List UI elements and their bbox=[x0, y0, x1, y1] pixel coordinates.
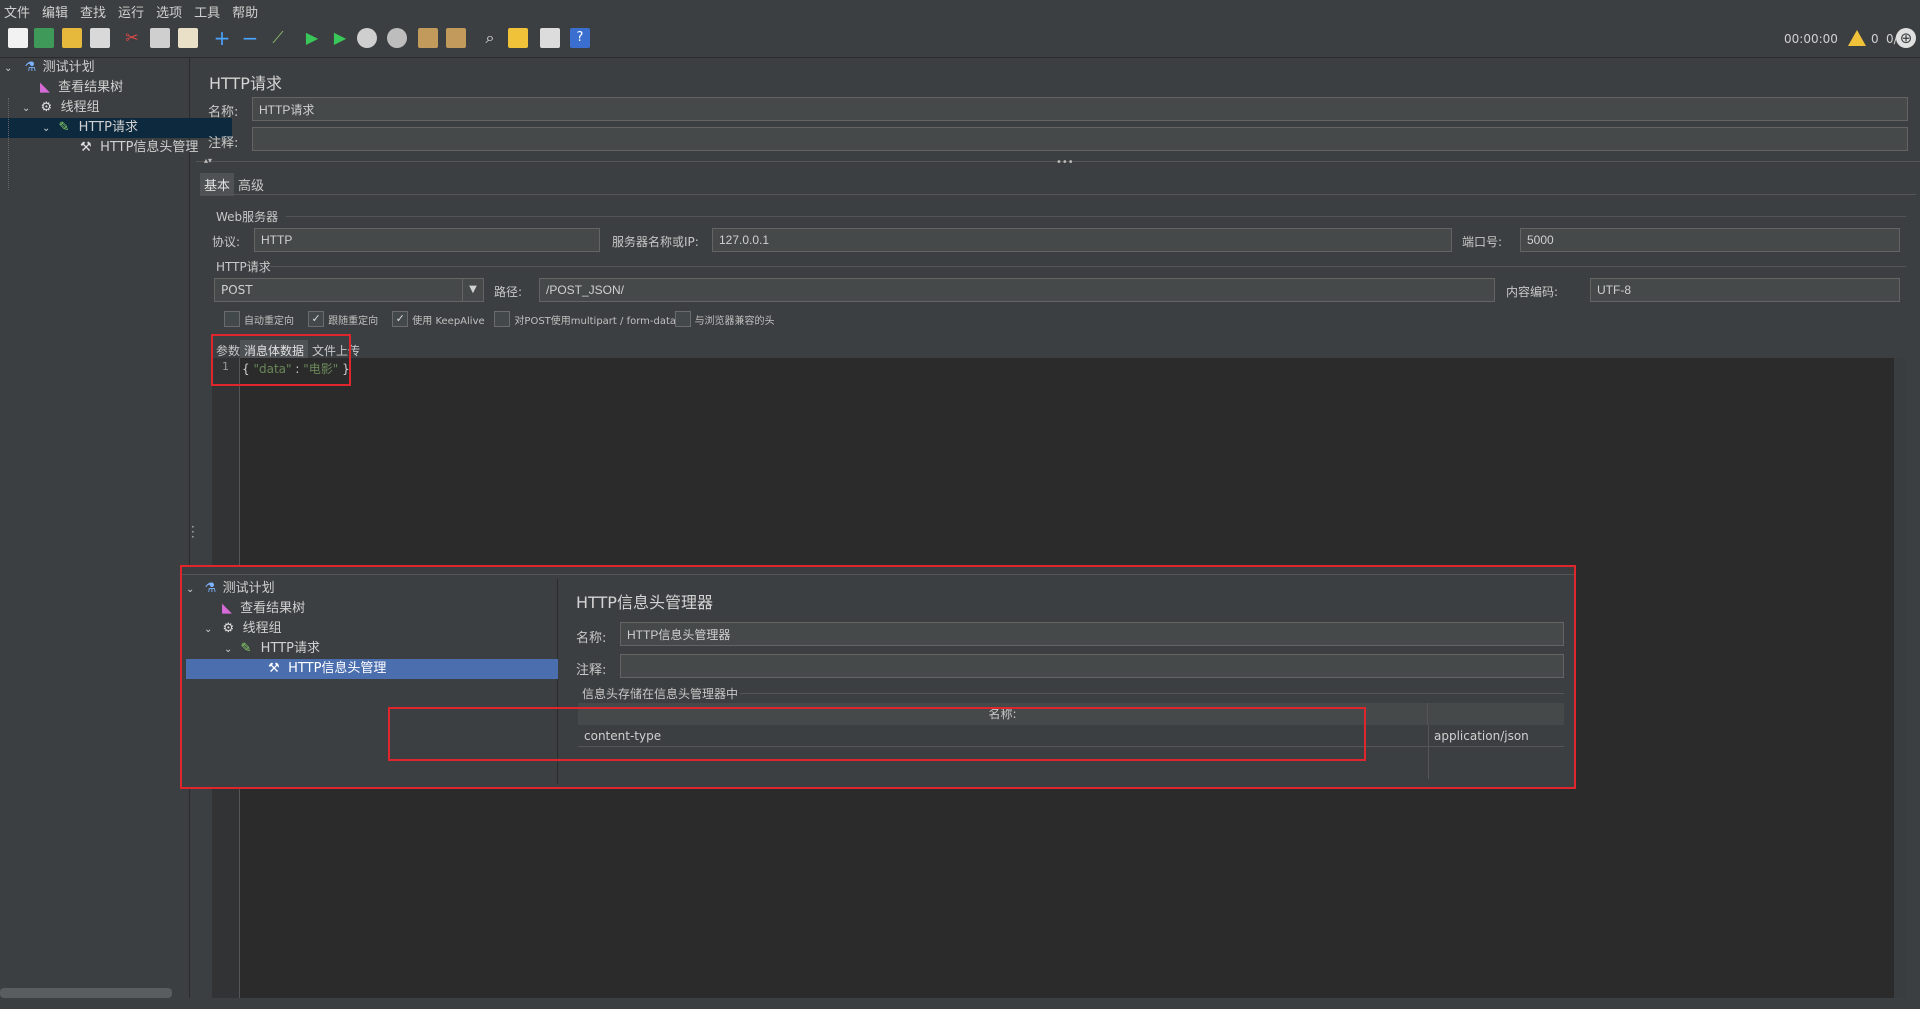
search-icon[interactable]: ⌕ bbox=[480, 28, 500, 48]
tree-item-header-manager[interactable]: ⚒ HTTP信息头管理 bbox=[80, 138, 198, 158]
inset-toolbar bbox=[182, 567, 1574, 575]
test-plan-tree: ⌄ ⚗ 测试计划 ◣ 查看结果树 ⌄ ⚙ 线程组 ⌄ ✎ HTTP请求 ⚒ HT… bbox=[0, 58, 232, 998]
inset-section-label: 信息头存储在信息头管理器中 bbox=[582, 687, 739, 701]
gear-icon: ⚙ bbox=[40, 100, 53, 115]
collapse-icon[interactable]: − bbox=[240, 28, 260, 48]
tab-advanced[interactable]: 高级 bbox=[234, 173, 268, 196]
warning-icon[interactable] bbox=[1848, 30, 1866, 46]
inset-name-label: 名称: bbox=[576, 631, 607, 646]
inset-comment-label: 注释: bbox=[576, 663, 607, 678]
shutdown-icon[interactable] bbox=[387, 28, 407, 48]
clear-icon[interactable] bbox=[418, 28, 438, 48]
protocol-label: 协议: bbox=[212, 235, 241, 249]
inset-title: HTTP信息头管理器 bbox=[576, 593, 713, 612]
cb-follow-redirect[interactable]: ✓ 跟随重定向 bbox=[308, 311, 388, 327]
encoding-label: 内容编码: bbox=[1506, 285, 1559, 299]
gear-icon: ⚙ bbox=[222, 621, 235, 636]
pen-icon: ✎ bbox=[58, 120, 70, 135]
inset-name-field[interactable] bbox=[620, 622, 1564, 646]
inset-tree-test-plan[interactable]: ⌄ ⚗ 测试计划 bbox=[186, 579, 275, 599]
highlight-header-row bbox=[388, 707, 1366, 761]
menu-bar: 文件 编辑 查找 运行 选项 工具 帮助 bbox=[0, 0, 1920, 21]
pen-icon: ✎ bbox=[240, 641, 252, 656]
help-icon[interactable]: ? bbox=[570, 28, 590, 48]
chart-icon: ◣ bbox=[222, 601, 232, 616]
menu-run[interactable]: 运行 bbox=[114, 0, 148, 21]
collapse-arrows[interactable]: ▴▾ bbox=[204, 156, 212, 165]
function-helper-icon[interactable] bbox=[540, 28, 560, 48]
cb-multipart[interactable]: 对POST使用multipart / form-data bbox=[494, 311, 676, 327]
menu-help[interactable]: 帮助 bbox=[228, 0, 262, 21]
method-select[interactable]: POST ▼ bbox=[214, 278, 484, 302]
name-label: 名称: bbox=[208, 105, 239, 120]
wrench-icon: ⚒ bbox=[268, 661, 280, 676]
web-server-label: Web服务器 bbox=[216, 210, 279, 224]
tree-scrollbar[interactable] bbox=[0, 988, 172, 998]
path-field[interactable] bbox=[539, 278, 1495, 302]
header-manager-inset: ⌄ ⚗ 测试计划 ◣ 查看结果树 ⌄ ⚙ 线程组 ⌄ ✎ HTTP请求 ⚒ HT… bbox=[180, 565, 1576, 789]
port-label: 端口号: bbox=[1462, 235, 1503, 249]
comment-label: 注释: bbox=[208, 136, 239, 151]
cb-keepalive[interactable]: ✓ 使用 KeepAlive bbox=[392, 311, 490, 327]
menu-options[interactable]: 选项 bbox=[152, 0, 186, 21]
flask-icon: ⚗ bbox=[24, 60, 37, 75]
inset-tree-thread-group[interactable]: ⌄ ⚙ 线程组 bbox=[204, 619, 282, 639]
port-field[interactable] bbox=[1520, 228, 1900, 252]
server-field[interactable] bbox=[712, 228, 1452, 252]
copy-icon[interactable] bbox=[150, 28, 170, 48]
path-label: 路径: bbox=[494, 285, 523, 299]
elapsed-timer: 00:00:00 bbox=[1784, 32, 1838, 46]
expand-icon[interactable]: + bbox=[212, 28, 232, 48]
inset-tree-results-tree[interactable]: ◣ 查看结果树 bbox=[222, 599, 305, 619]
divider-grip[interactable]: ••• bbox=[1056, 157, 1074, 168]
highlight-body-tab bbox=[211, 334, 351, 386]
save-icon[interactable] bbox=[90, 28, 110, 48]
main-panel: HTTP请求 名称: 注释: ••• ▴▾ 基本 高级 Web服务器 协议: 服… bbox=[196, 58, 1920, 1009]
header-col-value[interactable] bbox=[1428, 703, 1564, 725]
start-icon[interactable]: ▶ bbox=[302, 28, 322, 48]
chevron-down-icon[interactable]: ▼ bbox=[462, 279, 483, 301]
tree-item-test-plan[interactable]: ⌄ ⚗ 测试计划 bbox=[4, 58, 95, 78]
new-icon[interactable] bbox=[8, 28, 28, 48]
menu-file[interactable]: 文件 bbox=[0, 0, 34, 21]
name-field[interactable] bbox=[252, 97, 1908, 121]
toggle-icon[interactable]: ⟋ bbox=[268, 28, 288, 48]
clear-all-icon[interactable] bbox=[446, 28, 466, 48]
options-row: 自动重定向 ✓ 跟随重定向 ✓ 使用 KeepAlive 对POST使用multip… bbox=[224, 311, 785, 327]
tab-basic[interactable]: 基本 bbox=[200, 173, 235, 196]
open-icon[interactable] bbox=[62, 28, 82, 48]
inset-tree-header-manager[interactable]: ⚒ HTTP信息头管理 bbox=[186, 659, 558, 679]
comment-field[interactable] bbox=[252, 127, 1908, 151]
server-label: 服务器名称或IP: bbox=[612, 235, 699, 249]
menu-search[interactable]: 查找 bbox=[76, 0, 110, 21]
cb-browser-headers[interactable]: 与浏览器兼容的头 bbox=[674, 311, 785, 327]
menu-edit[interactable]: 编辑 bbox=[38, 0, 72, 21]
splitter-handle[interactable]: · · · bbox=[191, 521, 195, 543]
encoding-field[interactable] bbox=[1590, 278, 1900, 302]
templates-icon[interactable] bbox=[34, 28, 54, 48]
warning-count: 0 bbox=[1871, 32, 1879, 46]
http-request-label: HTTP请求 bbox=[216, 260, 271, 274]
cb-auto-redirect[interactable]: 自动重定向 bbox=[224, 311, 304, 327]
cut-icon[interactable]: ✂ bbox=[122, 28, 142, 48]
header-value-cell[interactable]: application/json bbox=[1434, 729, 1529, 743]
remote-globe-icon[interactable]: ⊕ bbox=[1896, 28, 1916, 48]
tree-item-results-tree[interactable]: ◣ 查看结果树 bbox=[40, 78, 123, 98]
wrench-icon: ⚒ bbox=[80, 140, 92, 155]
page-title: HTTP请求 bbox=[209, 74, 282, 93]
flask-icon: ⚗ bbox=[204, 581, 217, 596]
editor-scrollbar[interactable] bbox=[1894, 358, 1906, 998]
toolbar: ✂ + − ⟋ ▶ ▶ ⌕ ? 00:00:00 0 0/1 ⊕ bbox=[0, 20, 1920, 58]
inset-tree-http-request[interactable]: ⌄ ✎ HTTP请求 bbox=[224, 639, 320, 659]
tree-item-thread-group[interactable]: ⌄ ⚙ 线程组 bbox=[22, 98, 100, 118]
chart-icon: ◣ bbox=[40, 80, 50, 95]
menu-tools[interactable]: 工具 bbox=[190, 0, 224, 21]
protocol-field[interactable] bbox=[254, 228, 600, 252]
reset-search-icon[interactable] bbox=[508, 28, 528, 48]
inset-comment-field[interactable] bbox=[620, 654, 1564, 678]
paste-icon[interactable] bbox=[178, 28, 198, 48]
stop-icon[interactable] bbox=[357, 28, 377, 48]
start-no-pause-icon[interactable]: ▶ bbox=[330, 28, 350, 48]
